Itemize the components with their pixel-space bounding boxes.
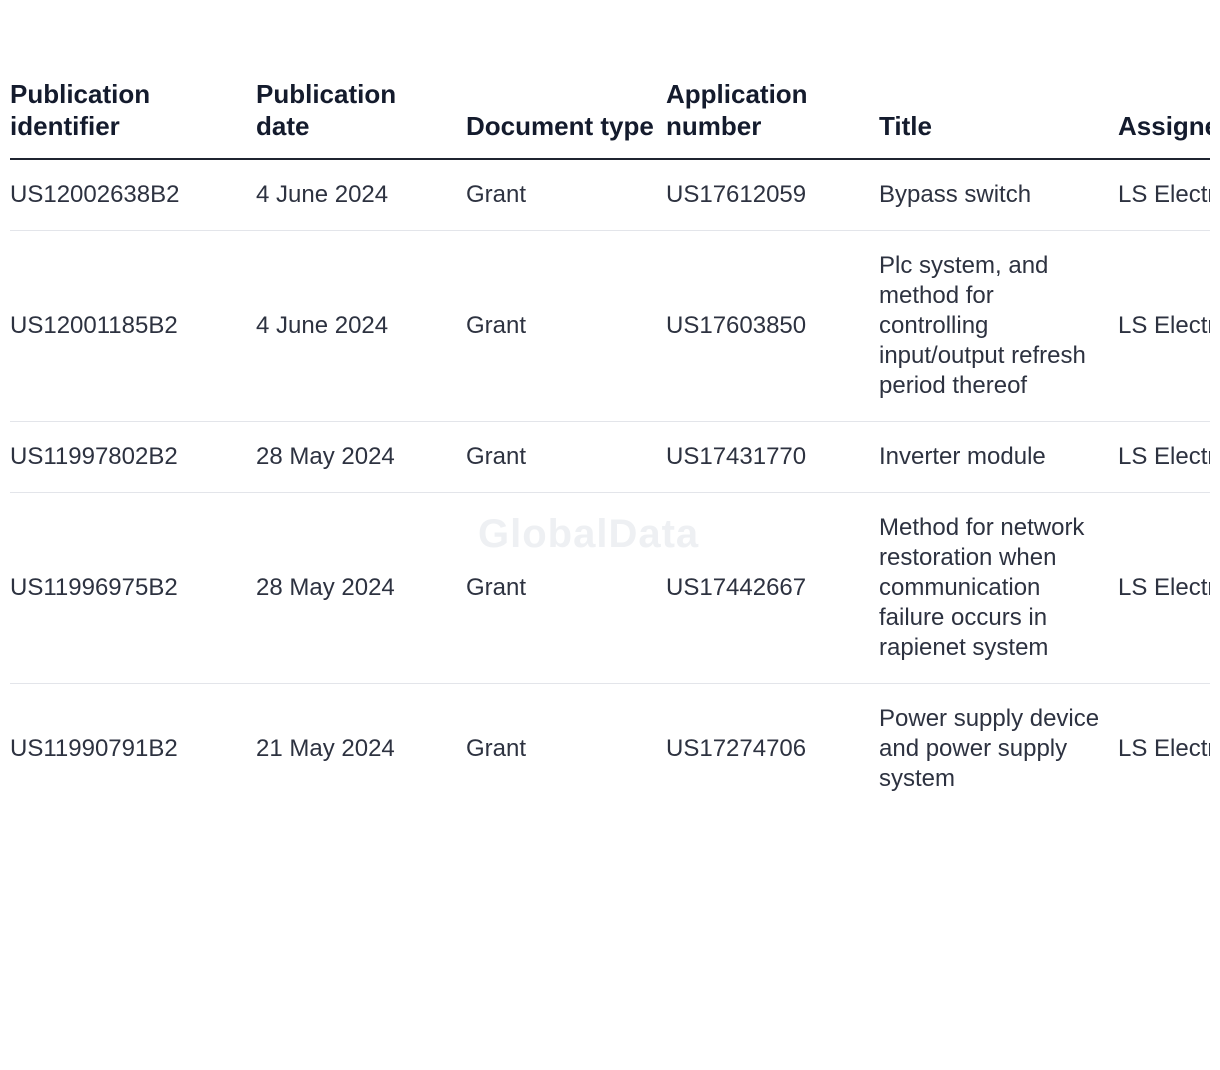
patents-table-container: Publication identifier Publication date … [10, 78, 1210, 814]
patents-table: Publication identifier Publication date … [10, 78, 1210, 814]
cell-publication-identifier: US11997802B2 [10, 421, 256, 493]
cell-document-type: Grant [466, 421, 666, 493]
cell-application-number: US17431770 [666, 421, 879, 493]
cell-assignee: LS Electric Co Ltd [1118, 230, 1210, 422]
cell-document-type: Grant [466, 230, 666, 422]
cell-title: Bypass switch [879, 159, 1118, 231]
cell-publication-identifier: US11990791B2 [10, 735, 178, 762]
cell-document-type: Grant [466, 159, 666, 231]
cell-publication-date: 4 June 2024 [256, 159, 466, 231]
table-header: Publication identifier Publication date … [10, 78, 1210, 160]
header-application-number: Application number [666, 78, 879, 160]
cell-application-number: US17612059 [666, 159, 879, 231]
cell-application-number: US17603850 [666, 230, 879, 422]
header-title: Title [879, 78, 1118, 160]
cell-assignee: LS Electric Co Ltd [1118, 735, 1210, 762]
cell-application-number: US17274706 [666, 735, 807, 762]
table-row: US11990791B2 21 May 2024 Grant US1727470… [10, 684, 1210, 815]
cell-assignee: LS Electric Co Ltd [1118, 159, 1210, 231]
cell-title: Inverter module [879, 421, 1118, 493]
cell-assignee: LS Electric Co Ltd [1118, 492, 1210, 684]
cell-publication-identifier: US11996975B2 [10, 492, 256, 684]
cell-publication-date: 28 May 2024 [256, 492, 466, 684]
header-row: Publication identifier Publication date … [10, 78, 1210, 160]
cell-title: Power supply device and power supply sys… [879, 705, 1100, 792]
table-row: US11997802B2 28 May 2024 Grant US1743177… [10, 421, 1210, 493]
cell-title: Plc system, and method for controlling i… [879, 230, 1118, 422]
cell-publication-date: 28 May 2024 [256, 421, 466, 493]
header-publication-identifier: Publication identifier [10, 78, 256, 160]
table-row: US11996975B2 28 May 2024 Grant US1744266… [10, 492, 1210, 684]
table-body: US12002638B2 4 June 2024 Grant US1761205… [10, 159, 1210, 814]
header-assignee: Assignee [1118, 78, 1210, 160]
table-row: US12001185B2 4 June 2024 Grant US1760385… [10, 230, 1210, 422]
header-publication-date: Publication date [256, 78, 466, 160]
cell-publication-date: 4 June 2024 [256, 230, 466, 422]
table-row: US12002638B2 4 June 2024 Grant US1761205… [10, 159, 1210, 231]
cell-assignee: LS Electric Co Ltd [1118, 421, 1210, 493]
cell-document-type: Grant [466, 492, 666, 684]
header-document-type: Document type [466, 78, 666, 160]
cell-application-number: US17442667 [666, 492, 879, 684]
cell-publication-identifier: US12001185B2 [10, 230, 256, 422]
cell-publication-identifier: US12002638B2 [10, 159, 256, 231]
cell-publication-date: 21 May 2024 [256, 735, 395, 762]
cell-document-type: Grant [466, 735, 527, 762]
cell-title: Method for network restoration when comm… [879, 492, 1118, 684]
